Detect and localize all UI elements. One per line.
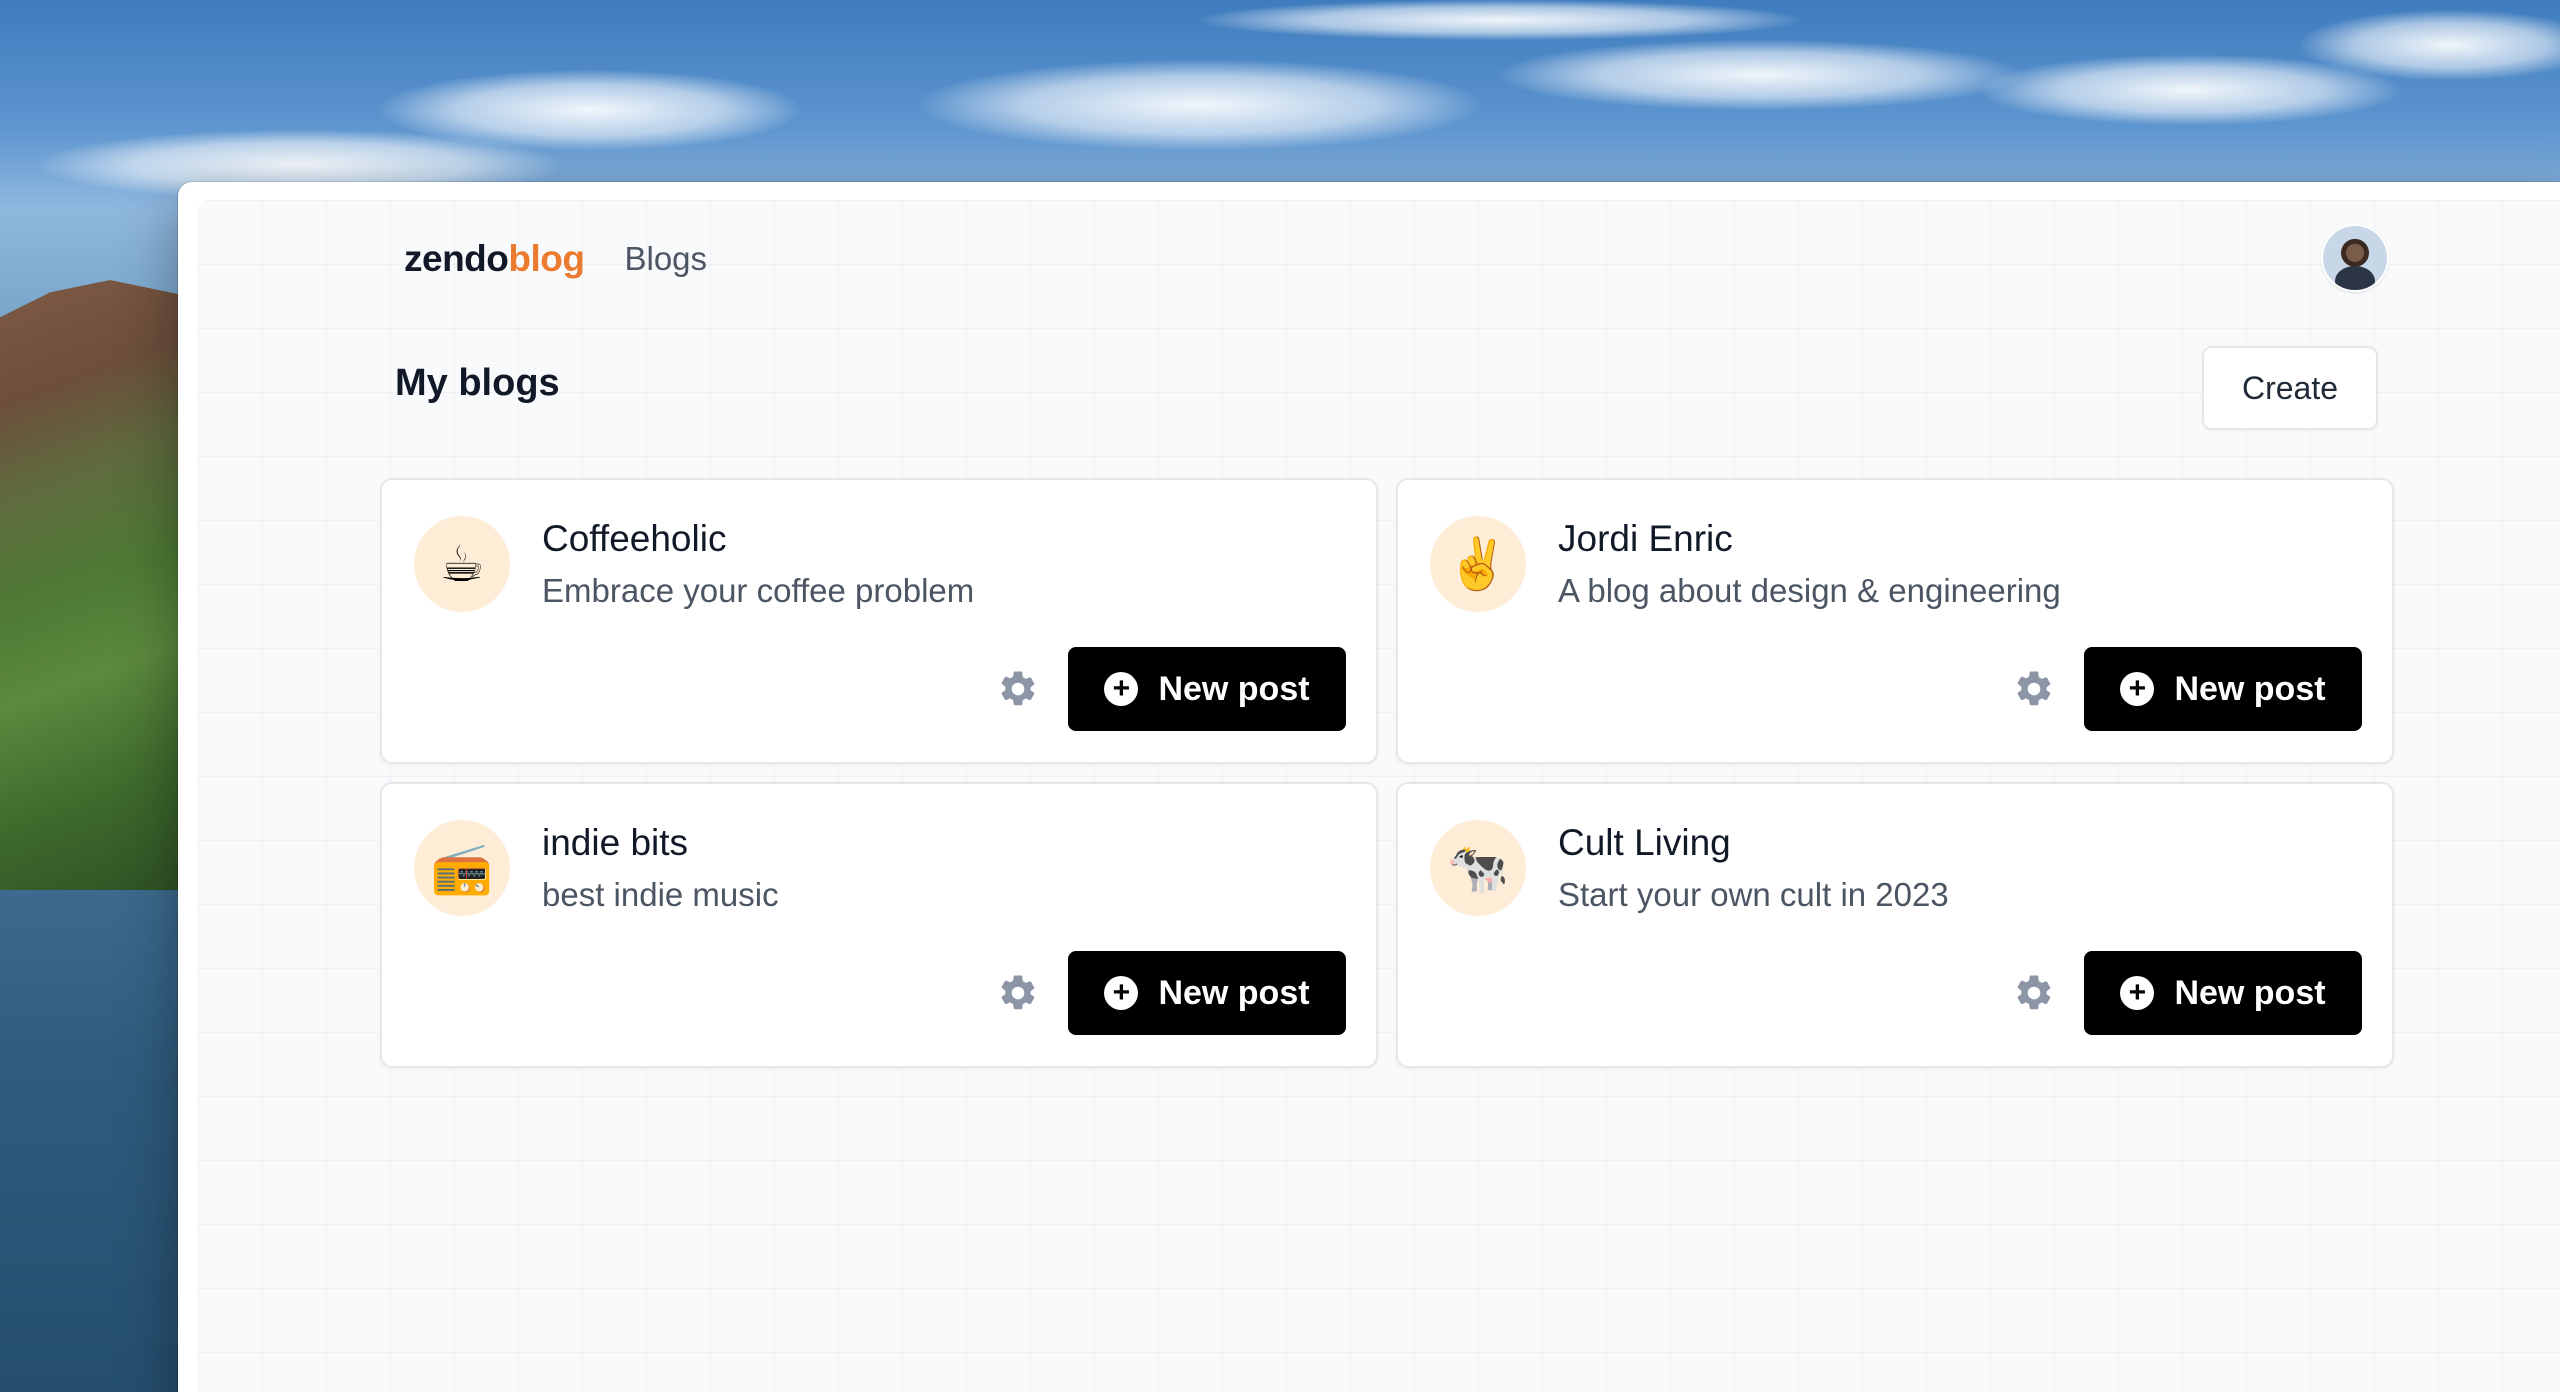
blog-emoji-avatar: 🐄 (1430, 820, 1526, 916)
blog-emoji-avatar: 📻 (414, 820, 510, 916)
blog-card-indie-bits[interactable]: 📻 indie bits best indie music + New post (380, 782, 1378, 1068)
blog-description: Embrace your coffee problem (542, 572, 975, 609)
plus-circle-icon: + (2120, 672, 2155, 706)
blog-name: indie bits (542, 822, 689, 863)
new-post-button[interactable]: + New post (1068, 951, 1346, 1035)
blog-emoji-avatar: ✌️ (1430, 516, 1526, 612)
gear-icon (1001, 975, 1035, 1010)
nav-link-blogs[interactable]: Blogs (624, 240, 707, 278)
blog-description: best indie music (542, 876, 779, 913)
plus-circle-icon: + (2120, 976, 2155, 1010)
new-post-button[interactable]: + New post (1068, 647, 1346, 731)
blog-settings-button[interactable] (978, 951, 1058, 1035)
blog-emoji-avatar: ☕ (414, 516, 510, 612)
blog-card-coffeeholic[interactable]: ☕ Coffeeholic Embrace your coffee proble… (380, 478, 1378, 764)
blog-name: Coffeeholic (542, 518, 727, 559)
create-button[interactable]: Create (2202, 346, 2378, 430)
new-post-button[interactable]: + New post (2084, 951, 2362, 1035)
blog-settings-button[interactable] (978, 647, 1058, 731)
blog-settings-button[interactable] (1994, 647, 2074, 731)
top-nav: zendoblog Blogs (404, 235, 707, 283)
cloud (1500, 40, 2020, 110)
blog-description: Start your own cult in 2023 (1558, 876, 1949, 913)
user-avatar[interactable] (2323, 226, 2387, 290)
blog-name: Jordi Enric (1558, 518, 1733, 559)
mountain (0, 280, 200, 900)
zendoblog-logo[interactable]: zendoblog (404, 238, 585, 280)
plus-circle-icon: + (1104, 672, 1139, 706)
gear-icon (2017, 671, 2051, 706)
new-post-button[interactable]: + New post (2084, 647, 2362, 731)
blog-settings-button[interactable] (1994, 951, 2074, 1035)
new-post-label: New post (2174, 669, 2326, 708)
cloud (920, 60, 1480, 150)
new-post-label: New post (1158, 973, 1310, 1012)
page-title: My blogs (395, 362, 560, 404)
plus-circle-icon: + (1104, 976, 1139, 1010)
blog-card-cult-living[interactable]: 🐄 Cult Living Start your own cult in 202… (1396, 782, 2394, 1068)
gear-icon (2017, 975, 2051, 1010)
gear-icon (1001, 671, 1035, 706)
sea (0, 890, 200, 1392)
blog-card-jordi-enric[interactable]: ✌️ Jordi Enric A blog about design & eng… (1396, 478, 2394, 764)
logo-text-blog: blog (508, 238, 585, 279)
blog-description: A blog about design & engineering (1558, 572, 2061, 609)
cloud (1200, 0, 1800, 40)
blog-name: Cult Living (1558, 822, 1731, 863)
logo-text-zendo: zendo (404, 238, 509, 279)
new-post-label: New post (1158, 669, 1310, 708)
new-post-label: New post (2174, 973, 2326, 1012)
